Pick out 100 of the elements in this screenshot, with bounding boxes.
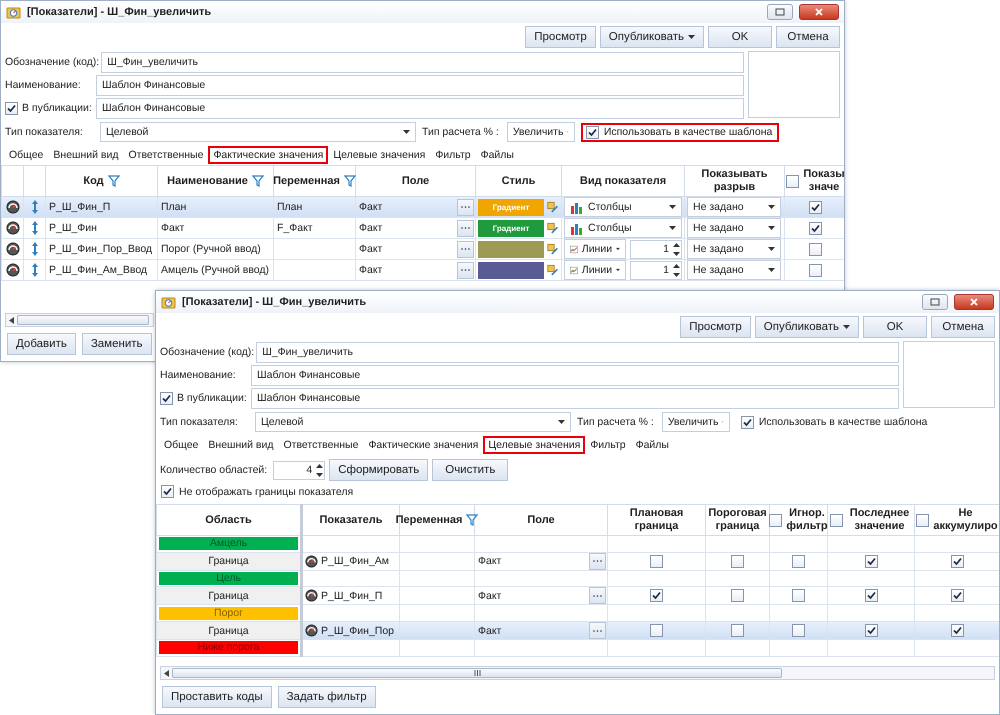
filter-icon[interactable] — [466, 514, 478, 526]
checkbox[interactable] — [650, 624, 663, 638]
spin-arrows-icon[interactable] — [672, 262, 681, 278]
dropdown[interactable]: Не задано — [687, 198, 781, 216]
table-row[interactable]: Граница Р_Ш_Фин_Ам Факт — [156, 552, 999, 570]
spin-field[interactable]: 1 — [630, 260, 682, 280]
table-row[interactable]: Р_Ш_Фин Факт F_Факт Факт Градиент Столбцы Не задано — [2, 218, 844, 238]
checkbox[interactable] — [792, 624, 805, 638]
checkbox[interactable] — [769, 514, 782, 526]
text-field[interactable]: Ш_Фин_увеличить — [256, 342, 899, 362]
tab[interactable]: Внешний вид — [203, 436, 278, 454]
tab[interactable]: Файлы — [476, 146, 519, 164]
browse-button[interactable] — [589, 553, 606, 570]
table-row[interactable]: Р_Ш_Фин_П План План Факт Градиент Столбцы Не задано — [2, 196, 844, 218]
action-button[interactable]: Очистить — [432, 459, 508, 481]
table-row[interactable]: Р_Ш_Фин_Пор_Ввод Порог (Ручной ввод) Факт Линии 1 Не задано — [2, 238, 844, 260]
footer-button[interactable]: Добавить — [7, 333, 76, 355]
checkbox[interactable] — [586, 126, 599, 138]
dropdown[interactable]: Линии — [564, 240, 626, 258]
column-header[interactable]: Область — [205, 514, 252, 526]
browse-button[interactable] — [457, 220, 474, 236]
toolbar-button[interactable]: Отмена — [776, 26, 840, 48]
browse-button[interactable] — [457, 240, 474, 258]
column-header[interactable]: Поле — [527, 514, 555, 526]
text-field[interactable]: Ш_Фин_увеличить — [101, 52, 744, 72]
checkbox[interactable] — [809, 200, 822, 214]
close-button[interactable] — [799, 4, 839, 20]
filter-icon[interactable] — [252, 175, 264, 187]
tab[interactable]: Фактические значения — [208, 146, 328, 164]
text-field[interactable]: Шаблон Финансовые — [96, 74, 744, 96]
checkbox[interactable] — [161, 485, 174, 498]
toolbar-button[interactable]: OK — [863, 316, 927, 338]
checkbox[interactable] — [864, 624, 878, 638]
dropdown[interactable]: Не задано — [687, 218, 781, 238]
up-down-arrow-icon[interactable] — [30, 199, 38, 215]
up-down-arrow-icon[interactable] — [30, 241, 38, 257]
tab[interactable]: Фильтр — [430, 146, 476, 164]
up-down-arrow-icon[interactable] — [30, 220, 38, 236]
tab[interactable]: Файлы — [630, 436, 674, 454]
checkbox[interactable] — [650, 554, 663, 568]
text-field[interactable]: Шаблон Финансовые — [251, 388, 899, 408]
tab[interactable]: Целевые значения — [483, 436, 586, 454]
text-field[interactable]: Шаблон Финансовые — [96, 98, 744, 118]
spin-arrows-icon[interactable] — [315, 462, 324, 478]
scrollbar-thumb[interactable] — [17, 315, 149, 325]
checkbox[interactable] — [830, 514, 843, 526]
footer-button[interactable]: Заменить — [82, 333, 152, 355]
toolbar-button[interactable]: Опубликовать — [754, 316, 859, 338]
table-row[interactable]: Граница Р_Ш_Фин_Пор Факт — [156, 622, 999, 640]
tab[interactable]: Фильтр — [585, 436, 631, 454]
tab[interactable]: Общее — [159, 436, 204, 454]
horizontal-scrollbar[interactable] — [5, 313, 154, 327]
toolbar-button[interactable]: Просмотр — [525, 26, 596, 48]
spin-field[interactable]: 4 — [273, 460, 326, 480]
dropdown[interactable]: Столбцы — [564, 198, 682, 216]
checkbox[interactable] — [731, 589, 744, 602]
checkbox[interactable] — [731, 624, 744, 638]
browse-button[interactable] — [457, 262, 474, 278]
table-row[interactable]: Граница Р_Ш_Фин_П Факт — [156, 586, 999, 605]
text-field[interactable]: Шаблон Финансовые — [251, 364, 899, 386]
tab[interactable]: Внешний вид — [48, 146, 124, 164]
checkbox[interactable] — [950, 624, 964, 638]
column-header[interactable]: Стиль — [502, 174, 536, 188]
column-header[interactable]: Переменная — [396, 514, 462, 526]
close-button[interactable] — [954, 294, 994, 310]
dropdown[interactable]: Целевой — [255, 412, 571, 432]
checkbox[interactable] — [786, 174, 800, 188]
checkbox[interactable] — [809, 222, 822, 234]
footer-button[interactable]: Задать фильтр — [278, 686, 376, 708]
tab[interactable]: Фактические значения — [363, 436, 484, 454]
toolbar-button[interactable]: Опубликовать — [600, 26, 704, 48]
column-header[interactable]: Код — [83, 174, 104, 188]
left-arrow-icon[interactable] — [164, 670, 169, 676]
checkbox[interactable] — [792, 554, 805, 568]
checkbox[interactable] — [160, 392, 173, 404]
up-down-arrow-icon[interactable] — [30, 262, 38, 278]
checkbox[interactable] — [916, 514, 930, 526]
checkbox[interactable] — [650, 589, 663, 602]
spin-arrows-icon[interactable] — [672, 240, 681, 258]
tab[interactable]: Целевые значения — [328, 146, 430, 164]
tab[interactable]: Общее — [4, 146, 48, 164]
style-swatch[interactable] — [478, 240, 544, 258]
dropdown[interactable]: Не задано — [687, 260, 781, 280]
restore-button[interactable] — [922, 294, 948, 310]
checkbox[interactable] — [792, 589, 805, 602]
checkbox[interactable] — [864, 589, 878, 602]
checkbox[interactable] — [740, 416, 754, 428]
checkbox[interactable] — [809, 264, 822, 276]
dropdown[interactable]: Не задано — [687, 240, 781, 258]
toolbar-button[interactable]: OK — [708, 26, 772, 48]
style-swatch[interactable]: Градиент — [478, 220, 544, 236]
horizontal-scrollbar[interactable] — [160, 666, 995, 680]
spin-field[interactable]: 1 — [630, 240, 682, 258]
palette-icon[interactable] — [547, 220, 559, 236]
filter-icon[interactable] — [108, 175, 120, 187]
filter-icon[interactable] — [344, 175, 356, 187]
column-header[interactable]: Поле — [402, 174, 430, 188]
checkbox[interactable] — [809, 242, 822, 256]
checkbox[interactable] — [950, 554, 964, 568]
tab[interactable]: Ответственные — [278, 436, 364, 454]
